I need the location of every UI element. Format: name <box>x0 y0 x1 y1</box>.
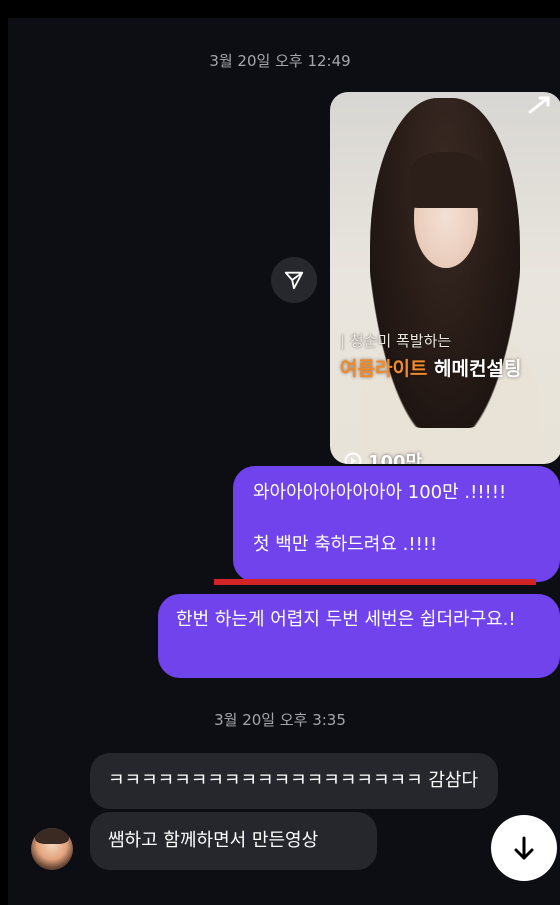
message-text: 한번 하는게 어렵지 두번 세번은 쉽더라구요.! <box>176 609 516 630</box>
reel-thumbnail-bangs <box>410 152 484 208</box>
reel-caption-line2: 여름라이트 헤메컨설팅 <box>340 354 521 381</box>
arrow-down-icon <box>514 836 534 860</box>
received-message-bubble[interactable]: 쌤하고 함께하면서 만든영상 <box>90 812 377 870</box>
avatar-hair <box>35 828 69 844</box>
reel-caption-line1: | 청순미 폭발하는 <box>340 332 452 350</box>
reel-view-count: 100만 <box>344 448 422 464</box>
received-message-bubble[interactable]: ㅋㅋㅋㅋㅋㅋㅋㅋㅋㅋㅋㅋㅋㅋㅋㅋㅋㅋㅋ 감삼다 <box>90 753 498 809</box>
reels-icon <box>528 96 550 114</box>
sent-message-bubble[interactable]: 와아아아아아아아아 100만 .!!!!! 첫 백만 축하드려요 .!!!! <box>233 466 560 582</box>
timestamp: 3월 20일 오후 12:49 <box>209 52 351 70</box>
sent-message-bubble[interactable]: 한번 하는게 어렵지 두번 세번은 쉽더라구요.! <box>158 594 560 678</box>
play-icon <box>344 452 362 464</box>
reel-caption-accent: 여름라이트 <box>340 358 428 380</box>
avatar[interactable] <box>31 828 73 870</box>
scroll-to-bottom-button[interactable] <box>491 815 557 881</box>
message-text: 쌤하고 함께하면서 만든영상 <box>108 830 319 851</box>
shared-reel-card[interactable]: | 청순미 폭발하는 여름라이트 헤메컨설팅 100만 <box>330 92 560 464</box>
message-text: ㅋㅋㅋㅋㅋㅋㅋㅋㅋㅋㅋㅋㅋㅋㅋㅋㅋㅋㅋ 감삼다 <box>108 770 479 791</box>
share-button[interactable] <box>271 257 317 303</box>
reel-caption-rest: 헤메컨설팅 <box>427 358 522 380</box>
timestamp: 3월 20일 오후 3:35 <box>214 711 346 729</box>
red-highlight-underline <box>214 579 536 585</box>
send-icon <box>284 271 304 290</box>
reel-views-label: 100만 <box>368 452 423 464</box>
message-text: 와아아아아아아아아 100만 .!!!!! <box>253 482 507 503</box>
message-text: 첫 백만 축하드려요 .!!!! <box>253 534 438 555</box>
